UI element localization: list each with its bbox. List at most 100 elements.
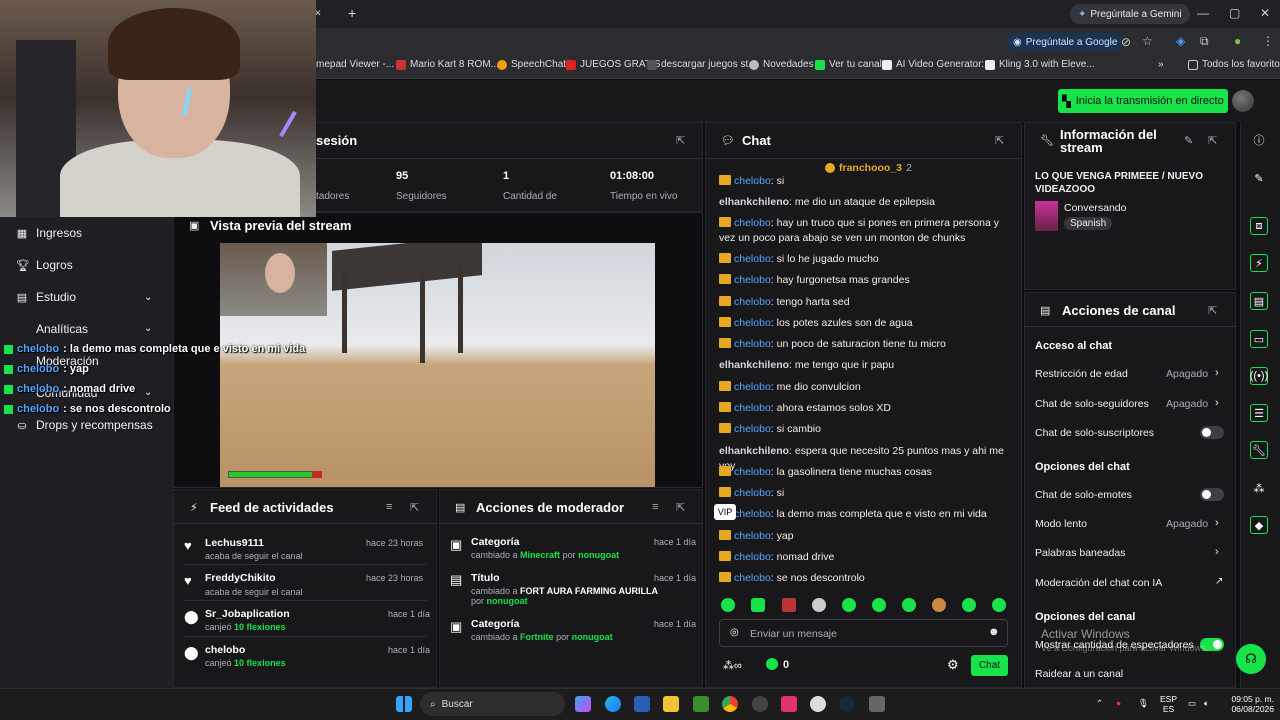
sidebar-item-drops[interactable]: ⛀ Drops y recompensas [16,418,152,432]
chat-username[interactable]: chelobo [734,487,771,499]
popout-icon[interactable]: ⇱ [1208,304,1217,317]
chat-username[interactable]: chelobo [734,381,771,393]
monitor-icon[interactable]: ▭ [1188,698,1196,708]
chat-username[interactable]: chelobo [734,466,771,478]
emote-icon[interactable] [842,598,856,612]
chat-username[interactable]: elhankchileno [719,196,789,208]
tiktok-icon[interactable] [781,696,797,712]
stack-icon[interactable]: ☰ [1250,404,1268,422]
bookmark-item[interactable]: Ver tu canal [815,59,882,70]
sidebar-item-ingresos[interactable]: ▦ Ingresos [16,226,82,240]
all-favorites[interactable]: Todos los favoritos [1188,59,1280,70]
stream-preview-video[interactable] [220,243,655,487]
help-button[interactable]: ☊ [1236,644,1266,674]
wrench-icon[interactable]: 🔧︎ [1250,441,1268,459]
chat-username[interactable]: chelobo [734,423,771,435]
sidebar-item-estudio[interactable]: ▤ Estudio [16,290,76,304]
chat-username[interactable]: elhankchileno [719,359,789,371]
file-explorer-icon[interactable] [663,696,679,712]
feed-user[interactable]: chelobo [205,644,245,656]
chat-username[interactable]: chelobo [734,508,771,520]
clock[interactable]: 09:05 p. m. 06/08/2026 [1222,694,1274,714]
edge-icon[interactable] [605,696,621,712]
emote-icon[interactable] [751,598,765,612]
tray-app-icon[interactable]: ● [1116,698,1121,708]
new-tab-button[interactable]: + [348,5,356,21]
chat-username[interactable]: chelobo [734,317,771,329]
popout-icon[interactable]: ⇱ [995,134,1004,147]
chevron-down-icon[interactable]: ⌄ [144,323,152,334]
volume-icon[interactable]: 🔈︎ [1204,698,1209,708]
emote-icon[interactable] [902,598,916,612]
word-icon[interactable] [634,696,650,712]
bookmark-item[interactable]: descargar juegos st... [647,59,757,70]
tray-chevron-icon[interactable]: ⌃ [1096,698,1103,708]
emote-icon[interactable] [812,598,826,612]
chat-bubble-icon[interactable]: ▭ [1250,330,1268,348]
category-name[interactable]: Conversando [1064,202,1126,214]
star-icon[interactable]: ☆ [1142,34,1153,48]
windows-start-icon[interactable] [396,696,412,712]
sticker-icon[interactable]: ◎ [730,627,739,638]
chat-username[interactable]: chelobo [734,253,771,265]
sidebar-item-logros[interactable]: 🏆︎ Logros [16,258,73,272]
gemini-button[interactable]: ✦ Pregúntale a Gemini [1070,4,1190,24]
subs-only-toggle[interactable] [1200,426,1224,439]
copilot-icon[interactable] [575,696,591,712]
popout-icon[interactable]: ⇱ [410,501,419,514]
bookmark-item[interactable]: Kling 3.0 with Eleve... [985,59,1095,70]
go-live-button[interactable]: ▚ Inicia la transmisión en directo [1058,89,1228,113]
chat-input[interactable]: ◎ Enviar un mensaje ☻ [719,619,1008,647]
edit-icon[interactable]: ✎ [1184,134,1193,147]
settings-gear-icon[interactable]: ⚙ [947,657,959,673]
popout-icon[interactable]: ⇱ [676,134,685,147]
points-icon[interactable]: ⁂∞ [723,659,742,672]
feed-user[interactable]: Sr_Jobaplication [205,608,290,620]
avatar[interactable] [1232,90,1254,112]
menu-icon[interactable]: ⋮ [1262,34,1274,48]
chat-username[interactable]: chelobo [734,274,771,286]
filter-icon[interactable]: ≡ [652,501,658,513]
chat-username[interactable]: chelobo [734,217,771,229]
emote-icon[interactable] [782,598,796,612]
info-icon[interactable]: ⓘ [1250,131,1268,149]
minimize-button[interactable]: — [1197,6,1209,20]
steam-icon[interactable] [839,696,855,712]
emote-icon[interactable] [932,598,946,612]
emotes-only-toggle[interactable] [1200,488,1224,501]
filter-icon[interactable]: ≡ [386,501,392,513]
chat-username[interactable]: elhankchileno [719,445,789,457]
lightning-icon[interactable]: ⚡︎ [1250,254,1268,272]
emote-icon[interactable] [992,598,1006,612]
edit-icon[interactable]: ✎ [1250,169,1268,187]
bookmark-item[interactable]: Novedades [749,59,814,70]
sidebar-item-analiticas[interactable]: Analíticas [16,322,88,336]
taskbar-search[interactable]: ⌕ Buscar [420,692,565,716]
emoji-icon[interactable]: ☻ [988,626,1000,638]
bookmark-item[interactable]: Mario Kart 8 ROM... [396,59,499,70]
emote-icon[interactable] [721,598,735,612]
clip-icon[interactable]: ⧈ [1250,217,1268,235]
share-icon[interactable]: ⁂ [1250,479,1268,497]
top-chatter-name[interactable]: franchooo_3 [839,162,902,174]
minecraft-icon[interactable] [693,696,709,712]
close-window-button[interactable]: ✕ [1260,6,1270,20]
document-icon[interactable]: ▤ [1250,292,1268,310]
chrome-icon[interactable] [722,696,738,712]
chat-username[interactable]: chelobo [734,551,771,563]
chat-username[interactable]: chelobo [734,338,771,350]
bookmark-item[interactable]: AI Video Generator:... [882,59,993,70]
chat-send-button[interactable]: Chat [971,655,1008,676]
shield-icon[interactable]: ◆ [1250,516,1268,534]
maximize-button[interactable]: ▢ [1229,6,1240,20]
feed-user[interactable]: FreddyChikito [205,572,276,584]
chat-username[interactable]: chelobo [734,296,771,308]
popout-icon[interactable]: ⇱ [1208,134,1217,147]
puzzle-icon[interactable]: ⧉ [1200,34,1209,49]
ask-google-button[interactable]: ◉ Pregúntale a Google [1007,33,1124,51]
chat-username[interactable]: chelobo [734,530,771,542]
game-app-icon[interactable] [869,696,885,712]
chat-username[interactable]: chelobo [734,402,771,414]
obs-icon[interactable] [810,696,826,712]
emote-icon[interactable] [872,598,886,612]
